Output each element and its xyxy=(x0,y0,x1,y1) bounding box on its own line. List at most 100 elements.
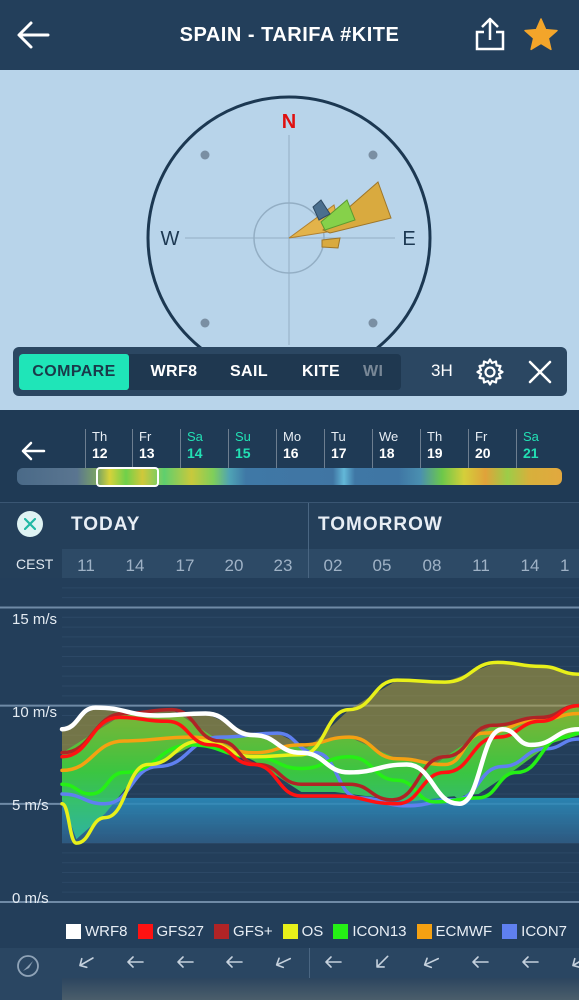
hour-label: 05 xyxy=(372,556,392,575)
page-title: SPAIN - TARIFA #KITE xyxy=(179,23,400,46)
legend-item[interactable]: ICON7 xyxy=(502,923,567,940)
previous-arrow-icon[interactable] xyxy=(20,440,46,462)
wind-arrow-icon xyxy=(324,956,342,968)
legend-label: GFS+ xyxy=(233,922,273,940)
compass-north-label: N xyxy=(282,111,296,133)
wind-arrow-icon xyxy=(423,957,440,969)
y-tick-label: 5 m/s xyxy=(12,797,49,814)
tomorrow-label: TOMORROW xyxy=(318,514,443,535)
interval-selector[interactable]: 3H xyxy=(431,361,453,381)
tab-compare[interactable]: COMPARE xyxy=(19,354,129,390)
wind-direction-icon xyxy=(17,955,39,977)
day-name: Sa xyxy=(523,429,539,444)
tab-wind-partial[interactable]: WI xyxy=(363,354,401,390)
day-item[interactable]: Tu 17 xyxy=(324,429,368,469)
gear-icon[interactable] xyxy=(475,357,505,387)
day-separator xyxy=(308,503,309,579)
day-date: 21 xyxy=(523,445,539,461)
legend-swatch xyxy=(66,923,81,939)
day-item[interactable]: Th 12 xyxy=(85,429,129,469)
legend-item[interactable]: WRF8 xyxy=(66,923,128,940)
bottom-strip xyxy=(62,978,579,1000)
close-compare-button[interactable] xyxy=(17,511,43,537)
y-tick-label: 0 m/s xyxy=(12,890,49,907)
day-date: 16 xyxy=(283,445,299,461)
day-name: Tu xyxy=(331,429,346,444)
day-date: 17 xyxy=(331,445,347,461)
day-name: Th xyxy=(92,429,108,444)
tab-sail[interactable]: SAIL xyxy=(219,354,279,390)
day-date: 20 xyxy=(475,445,491,461)
legend-label: GFS27 xyxy=(156,922,205,940)
legend-label: WRF8 xyxy=(85,922,128,940)
wind-arrow-icon xyxy=(127,956,145,968)
day-item[interactable]: Su 15 xyxy=(228,429,272,469)
wind-arrow-icon xyxy=(79,957,94,969)
forecast-toolbar: COMPARE WRF8 SAIL KITE WI 3H xyxy=(13,347,567,396)
wind-arrow-icon xyxy=(276,957,292,969)
hour-label: 23 xyxy=(273,556,293,575)
day-name: Fr xyxy=(139,429,152,444)
wind-arrow-icon xyxy=(521,956,539,968)
timezone-label: CEST xyxy=(16,556,54,572)
legend-swatch xyxy=(333,923,349,939)
hour-label: 11 xyxy=(472,556,490,575)
day-item[interactable]: Sa 21 xyxy=(516,429,560,469)
wind-arrow-icon xyxy=(176,956,194,968)
legend-label: OS xyxy=(301,922,324,940)
back-arrow-icon[interactable] xyxy=(16,20,50,50)
hour-label: 20 xyxy=(224,556,244,575)
legend-item[interactable]: ECMWF xyxy=(416,922,493,940)
day-item[interactable]: Fr 20 xyxy=(468,429,512,469)
chart-legend: WRF8 GFS27 GFS+ OS ICON13 ECMWF ICON7 xyxy=(0,914,579,948)
legend-item[interactable]: GFS+ xyxy=(214,923,273,940)
favorite-star-icon[interactable] xyxy=(522,16,560,54)
wind-direction-row xyxy=(0,948,579,1000)
close-icon xyxy=(24,518,36,530)
day-date: 12 xyxy=(92,445,108,461)
legend-swatch xyxy=(502,923,518,939)
y-tick-label: 10 m/s xyxy=(12,704,58,721)
day-name: We xyxy=(379,429,399,444)
hour-label: 08 xyxy=(422,556,442,575)
day-item[interactable]: Fr 13 xyxy=(132,429,176,469)
share-icon[interactable] xyxy=(472,16,508,52)
compass-west-label: W xyxy=(161,228,180,250)
today-label: TODAY xyxy=(71,514,141,535)
model-tabs: COMPARE WRF8 SAIL KITE WI xyxy=(19,354,401,390)
hour-label: 14 xyxy=(520,556,540,575)
tab-wrf8[interactable]: WRF8 xyxy=(129,354,219,390)
legend-swatch xyxy=(214,923,230,939)
day-name: Sa xyxy=(187,429,203,444)
day-name: Mo xyxy=(283,429,302,444)
day-separator xyxy=(309,948,310,978)
legend-item[interactable]: OS xyxy=(282,922,324,940)
legend-item[interactable]: ICON13 xyxy=(333,923,407,940)
app-header: SPAIN - TARIFA #KITE xyxy=(0,0,579,70)
hour-label: 02 xyxy=(323,556,343,575)
chart-header: TODAY TOMORROW CEST 11 14 17 20 23 02 05… xyxy=(0,502,579,579)
legend-label: ECMWF xyxy=(435,922,493,940)
hour-label: 11 xyxy=(77,556,95,575)
day-name: Fr xyxy=(475,429,488,444)
hour-label: 1 xyxy=(560,556,570,575)
day-item[interactable]: Sa 14 xyxy=(180,429,224,469)
legend-swatch xyxy=(282,923,298,939)
legend-item[interactable]: GFS27 xyxy=(137,922,205,940)
day-item[interactable]: Mo 16 xyxy=(276,429,320,469)
day-date: 18 xyxy=(379,445,395,461)
close-icon[interactable] xyxy=(527,359,553,385)
day-date: 15 xyxy=(235,445,251,461)
day-date: 19 xyxy=(427,445,443,461)
hour-label: 17 xyxy=(175,556,195,575)
day-name: Su xyxy=(235,429,251,444)
wind-arrow-icon xyxy=(226,956,243,968)
day-date: 14 xyxy=(187,445,203,461)
base-wind-band xyxy=(62,797,579,844)
selected-range-handle[interactable] xyxy=(96,467,159,487)
tab-kite[interactable]: KITE xyxy=(279,354,363,390)
day-item[interactable]: We 18 xyxy=(372,429,416,469)
wind-speed-chart[interactable]: 15 m/s 10 m/s 5 m/s 0 m/s xyxy=(0,578,579,914)
wind-arrow-icon xyxy=(376,955,389,968)
day-item[interactable]: Th 19 xyxy=(420,429,464,469)
